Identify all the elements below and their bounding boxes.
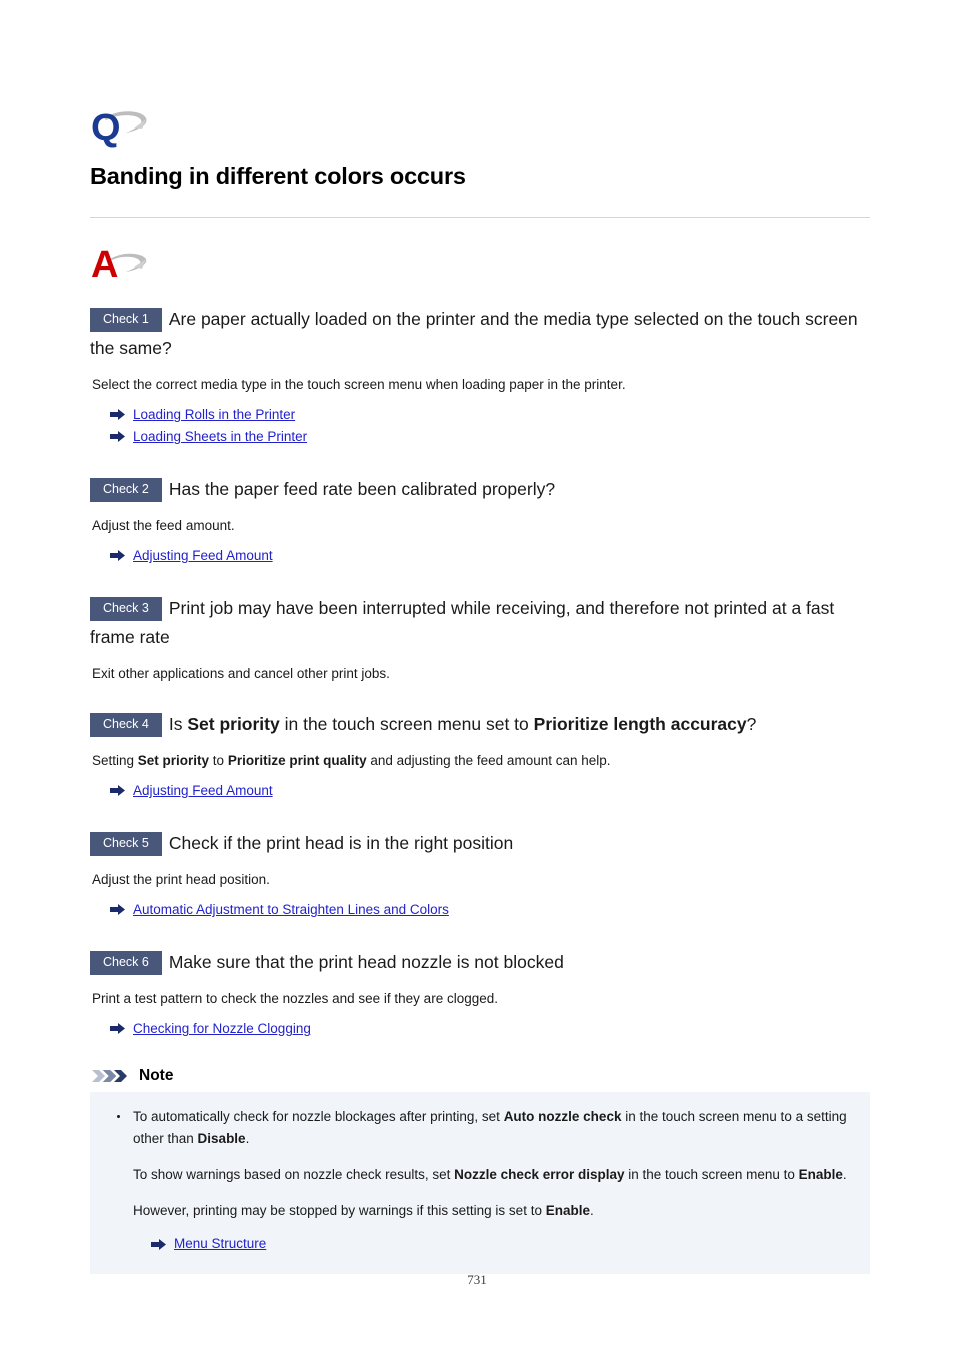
check-link-list: Checking for Nozzle Clogging <box>90 1018 870 1039</box>
note-paragraph: However, printing may be stopped by warn… <box>133 1203 594 1219</box>
check-heading: Check 2 Has the paper feed rate been cali… <box>90 475 870 504</box>
check-badge: Check 1 <box>90 308 162 332</box>
note-paragraph: To show warnings based on nozzle check r… <box>133 1167 847 1183</box>
check-link-list: Adjusting Feed Amount <box>90 780 870 801</box>
check-link-list: Adjusting Feed Amount <box>90 545 870 566</box>
doc-link[interactable]: Automatic Adjustment to Straighten Lines… <box>133 902 449 917</box>
check-body-text: Print a test pattern to check the nozzle… <box>92 991 498 1007</box>
link-list-item: Adjusting Feed Amount <box>110 780 870 801</box>
check-body-text: Setting Set priority to Prioritize print… <box>92 753 611 769</box>
link-list-item: Checking for Nozzle Clogging <box>110 1018 870 1039</box>
note-link-list: Menu Structure <box>133 1234 850 1254</box>
note-list: To automatically check for nozzle blocka… <box>110 1106 850 1254</box>
check-body-text: Adjust the feed amount. <box>92 518 235 534</box>
doc-link[interactable]: Loading Rolls in the Printer <box>133 407 295 422</box>
note-box: To automatically check for nozzle blocka… <box>90 1092 870 1275</box>
check-heading: Check 5 Check if the print head is in the… <box>90 829 870 858</box>
check-body-text: Adjust the print head position. <box>92 872 270 888</box>
page-title: Banding in different colors occurs <box>90 163 466 189</box>
note-label: Note <box>139 1067 174 1085</box>
note-paragraph: To automatically check for nozzle blocka… <box>133 1109 847 1147</box>
check-section: Check 3 Print job may have been interrupt… <box>90 567 870 683</box>
document-page: Q Banding in different colors occurs A C… <box>0 0 954 1350</box>
doc-link[interactable]: Adjusting Feed Amount <box>133 783 273 798</box>
link-list-item: Automatic Adjustment to Straighten Lines… <box>110 899 870 920</box>
check-section: Check 1 Are paper actually loaded on the … <box>90 285 870 447</box>
doc-link[interactable]: Adjusting Feed Amount <box>133 548 273 563</box>
arrow-bullet-icon <box>110 903 125 916</box>
doc-link[interactable]: Loading Sheets in the Printer <box>133 429 307 444</box>
page-number: 731 <box>467 1272 487 1287</box>
doc-link[interactable]: Checking for Nozzle Clogging <box>133 1021 311 1036</box>
arrow-bullet-icon <box>110 1022 125 1035</box>
check-section: Check 5 Check if the print head is in the… <box>90 802 870 920</box>
check-section: Check 4 Is Set priority in the touch scre… <box>90 683 870 801</box>
document-content: Q Banding in different colors occurs A C… <box>90 0 870 1275</box>
title-divider <box>90 217 870 219</box>
link-list-item: Loading Sheets in the Printer <box>110 426 870 447</box>
note-list-item: To automatically check for nozzle blocka… <box>110 1106 850 1254</box>
checks-container: Check 1 Are paper actually loaded on the … <box>90 285 870 1039</box>
check-badge: Check 6 <box>90 951 162 975</box>
check-link-list: Automatic Adjustment to Straighten Lines… <box>90 899 870 920</box>
check-section: Check 2 Has the paper feed rate been cali… <box>90 448 870 566</box>
question-block: Q Banding in different colors occurs <box>90 0 870 219</box>
arrow-bullet-icon <box>110 408 125 421</box>
answer-block: A <box>90 241 870 285</box>
check-badge: Check 4 <box>90 713 162 737</box>
link-list-item: Menu Structure <box>151 1234 850 1254</box>
arrow-bullet-icon <box>110 430 125 443</box>
check-section: Check 6 Make sure that the print head noz… <box>90 921 870 1039</box>
check-heading: Check 3 Print job may have been interrupt… <box>90 597 835 648</box>
link-list-item: Adjusting Feed Amount <box>110 545 870 566</box>
arrow-bullet-icon <box>151 1238 166 1251</box>
q-mark-icon: Q <box>90 104 152 148</box>
check-badge: Check 2 <box>90 478 162 502</box>
check-heading: Check 1 Are paper actually loaded on the … <box>90 308 858 359</box>
check-badge: Check 5 <box>90 832 162 856</box>
a-mark-icon: A <box>90 241 152 285</box>
svg-text:A: A <box>91 244 118 285</box>
note-header: Note <box>92 1067 870 1085</box>
svg-text:Q: Q <box>91 107 121 148</box>
check-heading: Check 6 Make sure that the print head noz… <box>90 948 870 977</box>
check-link-list: Loading Rolls in the Printer Loading Shee… <box>90 404 870 447</box>
doc-link[interactable]: Menu Structure <box>174 1236 266 1251</box>
check-heading: Check 4 Is Set priority in the touch scre… <box>90 710 870 739</box>
link-list-item: Loading Rolls in the Printer <box>110 404 870 425</box>
arrow-bullet-icon <box>110 784 125 797</box>
check-badge: Check 3 <box>90 597 162 621</box>
arrow-bullet-icon <box>110 549 125 562</box>
check-body-text: Exit other applications and cancel other… <box>92 666 390 682</box>
bullet-dot-icon <box>117 1115 120 1119</box>
check-body-text: Select the correct media type in the tou… <box>92 377 626 393</box>
note-paragraphs: To automatically check for nozzle blocka… <box>133 1106 850 1222</box>
triple-chevron-icon <box>92 1068 132 1084</box>
